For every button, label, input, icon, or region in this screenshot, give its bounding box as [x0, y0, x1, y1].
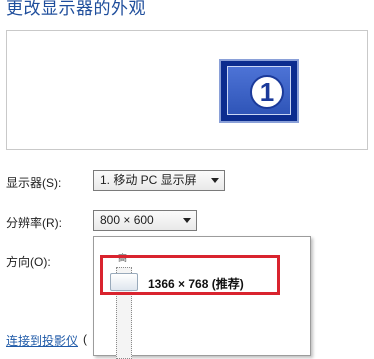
display-label: 显示器(S):: [6, 176, 62, 190]
resolution-select[interactable]: 800 × 600: [93, 210, 197, 231]
display-preview-area[interactable]: 1: [6, 30, 368, 150]
monitor-icon[interactable]: 1: [219, 59, 299, 123]
connect-projector-link[interactable]: 连接到投影仪: [6, 332, 78, 349]
monitor-number-badge: 1: [250, 75, 284, 109]
monitor-screen: 1: [227, 66, 291, 115]
orientation-label: 方向(O):: [6, 255, 51, 269]
highlight-annotation-box: [100, 255, 280, 295]
display-select-value: 1. 移动 PC 显示屏: [100, 173, 197, 187]
display-select[interactable]: 1. 移动 PC 显示屏: [93, 170, 225, 191]
chevron-down-icon: [183, 218, 191, 223]
resolution-select-value: 800 × 600: [100, 213, 154, 227]
chevron-down-icon: [211, 178, 219, 183]
resolution-dropdown-panel[interactable]: 高 1366 × 768 (推荐): [93, 236, 311, 359]
page-title: 更改显示器的外观: [6, 0, 146, 18]
connect-projector-tail: (: [83, 332, 87, 346]
resolution-label: 分辨率(R):: [6, 216, 62, 230]
